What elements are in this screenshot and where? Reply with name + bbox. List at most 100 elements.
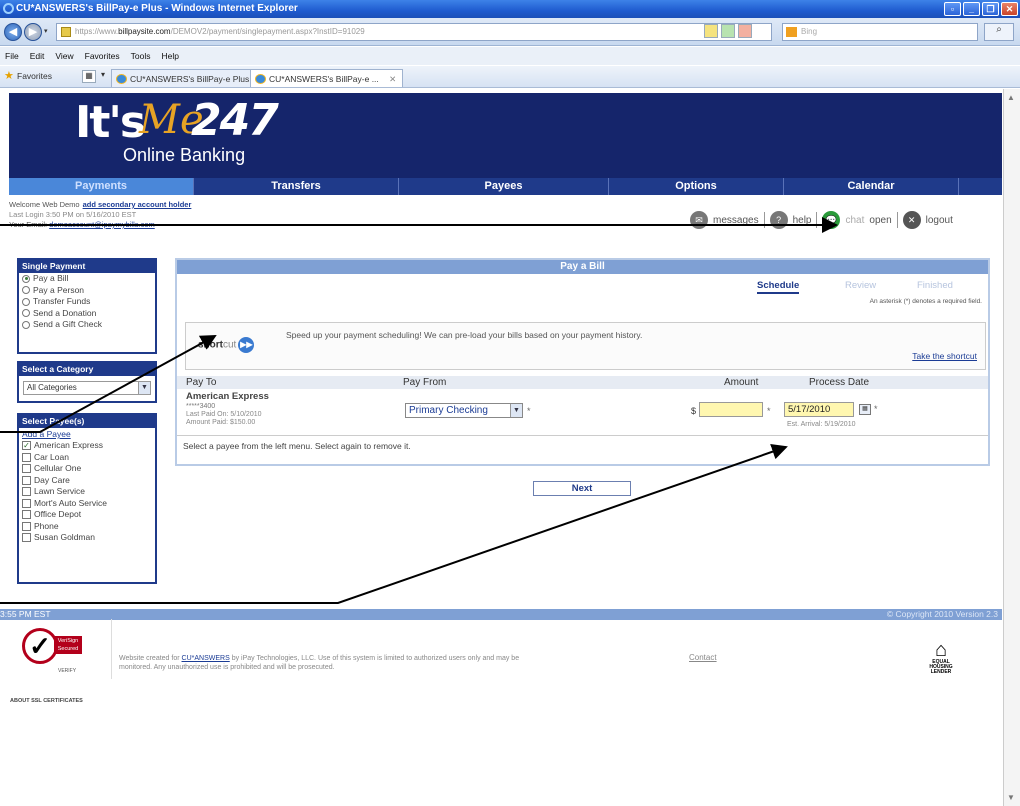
fast-forward-icon[interactable]: ▶▶ — [238, 337, 255, 353]
checkbox[interactable] — [22, 452, 31, 462]
option-transfer-funds[interactable]: Transfer Funds — [19, 296, 155, 308]
nav-payees[interactable]: Payees — [399, 178, 609, 195]
payee-item[interactable]: Day Care — [19, 475, 155, 487]
scroll-up-icon[interactable]: ▲ — [1007, 93, 1015, 102]
process-date-input[interactable]: 5/17/2010 — [784, 402, 854, 417]
close-window-icon[interactable]: ✕ — [1001, 2, 1018, 16]
chevron-down-icon[interactable]: ▼ — [510, 404, 522, 417]
restore-icon[interactable]: ❐ — [982, 2, 999, 16]
shortcut-logo[interactable]: shortcut ▶▶ — [198, 337, 255, 353]
scroll-down-icon[interactable]: ▼ — [1007, 793, 1015, 802]
menu-edit[interactable]: Edit — [30, 47, 45, 65]
add-secondary-link[interactable]: add secondary account holder — [83, 200, 192, 209]
footer-disclaimer: Website created for CU*ANSWERS by iPay T… — [119, 654, 539, 672]
quick-tabs-icon[interactable]: ▦ — [82, 70, 96, 83]
payee-item[interactable]: Lawn Service — [19, 486, 155, 498]
address-input[interactable]: https://www.billpaysite.com/DEMOV2/payme… — [56, 23, 772, 41]
help-link[interactable]: help — [793, 215, 812, 226]
ssl-certificates-link[interactable]: ABOUT SSL CERTIFICATES — [10, 698, 83, 704]
category-header: Select a Category — [19, 363, 155, 376]
checkbox-checked[interactable]: ✓ — [22, 441, 31, 451]
cuanswers-link[interactable]: CU*ANSWERS — [182, 655, 230, 662]
menu-file[interactable]: File — [5, 47, 19, 65]
radio[interactable] — [22, 286, 30, 295]
welcome-text: Welcome Web Demo — [9, 200, 80, 209]
payee-item[interactable]: Susan Goldman — [19, 532, 155, 544]
payee-item[interactable]: Phone — [19, 521, 155, 533]
shortcut-message: Speed up your payment scheduling! We can… — [286, 330, 643, 340]
tab-billpay-1[interactable]: CU*ANSWERS's BillPay-e Plus — [111, 69, 257, 87]
checkbox[interactable] — [22, 475, 31, 485]
minimize-icon[interactable]: _ — [963, 2, 980, 16]
required-note: An asterisk (*) denotes a required field… — [869, 298, 982, 305]
pay-from-select[interactable]: Primary Checking ▼ — [405, 403, 523, 418]
tab-close-icon[interactable]: ✕ — [389, 74, 396, 84]
amount-input[interactable] — [699, 402, 763, 417]
nav-calendar[interactable]: Calendar — [784, 178, 959, 195]
contact-link[interactable]: Contact — [689, 653, 717, 662]
process-date-value: 5/17/2010 — [788, 404, 831, 415]
take-shortcut-link[interactable]: Take the shortcut — [912, 351, 977, 361]
house-icon: ⌂ — [934, 639, 948, 661]
chat-icon[interactable]: 💬 — [822, 211, 841, 229]
payee-item[interactable]: Office Depot — [19, 509, 155, 521]
add-payee-link[interactable]: Add a Payee — [19, 428, 155, 440]
verisign-seal[interactable]: ✓ VeriSign Secured VERIFY — [22, 628, 82, 674]
nav-transfers[interactable]: Transfers — [194, 178, 399, 195]
checkbox[interactable] — [22, 521, 31, 531]
history-dropdown-icon[interactable]: ▾ — [44, 27, 48, 35]
checkbox[interactable] — [22, 464, 31, 474]
tab-list-dropdown-icon[interactable]: ▾ — [101, 70, 105, 79]
radio[interactable] — [22, 297, 30, 306]
payee-item[interactable]: Car Loan — [19, 452, 155, 464]
chat-link[interactable]: chat — [845, 215, 864, 226]
payee-item[interactable]: ✓ American Express — [19, 440, 155, 452]
nav-payments[interactable]: Payments — [9, 178, 194, 195]
lock-icon[interactable] — [704, 24, 718, 38]
forward-icon[interactable]: ▶ — [24, 23, 42, 41]
calendar-icon[interactable]: ▦ — [859, 404, 871, 415]
payee-label: Lawn Service — [34, 486, 86, 496]
option-pay-a-person[interactable]: Pay a Person — [19, 285, 155, 297]
radio[interactable] — [22, 309, 30, 318]
back-icon[interactable]: ◀ — [4, 23, 22, 41]
menu-favorites[interactable]: Favorites — [85, 47, 120, 65]
messages-icon[interactable]: ✉ — [690, 211, 708, 229]
menu-view[interactable]: View — [55, 47, 73, 65]
checkbox[interactable] — [22, 498, 31, 508]
option-send-donation[interactable]: Send a Donation — [19, 308, 155, 320]
search-input[interactable]: Bing — [782, 23, 978, 41]
help-window-icon[interactable]: ▫ — [944, 2, 961, 16]
payees-header: Select Payee(s) — [19, 415, 155, 428]
app-window: CU*ANSWERS's BillPay-e Plus - Windows In… — [0, 0, 1020, 806]
logout-link[interactable]: logout — [926, 215, 953, 226]
payee-item[interactable]: Mort's Auto Service — [19, 498, 155, 510]
menu-tools[interactable]: Tools — [131, 47, 151, 65]
window-controls: ▫ _ ❐ ✕ — [944, 2, 1018, 16]
menu-help[interactable]: Help — [161, 47, 178, 65]
search-icon[interactable]: ⌕ — [984, 23, 1014, 41]
checkbox[interactable] — [22, 510, 31, 520]
favorites-star-icon[interactable]: ★ — [4, 71, 15, 82]
logout-icon[interactable]: ✕ — [902, 211, 921, 229]
refresh-icon[interactable] — [721, 24, 735, 38]
equal-housing-logo: ⌂ EQUAL HOUSING LENDER — [924, 639, 958, 675]
radio[interactable] — [22, 320, 30, 329]
stop-icon[interactable] — [738, 24, 752, 38]
tab-billpay-2[interactable]: CU*ANSWERS's BillPay-e ... ✕ — [250, 69, 404, 87]
email-link[interactable]: demoaccount@ipaymybills.com — [49, 220, 155, 229]
chevron-down-icon[interactable]: ▼ — [138, 382, 150, 394]
messages-link[interactable]: messages — [713, 215, 759, 226]
option-pay-a-bill[interactable]: Pay a Bill — [19, 273, 155, 285]
help-icon[interactable]: ? — [769, 211, 788, 229]
checkbox[interactable] — [22, 487, 31, 497]
radio-selected[interactable] — [22, 274, 30, 283]
favorites-button[interactable]: Favorites — [17, 71, 52, 81]
payee-item[interactable]: Cellular One — [19, 463, 155, 475]
nav-options[interactable]: Options — [609, 178, 784, 195]
next-button[interactable]: Next — [533, 481, 631, 496]
category-select[interactable]: All Categories ▼ — [23, 381, 151, 395]
option-send-gift-check[interactable]: Send a Gift Check — [19, 319, 155, 331]
checkbox[interactable] — [22, 533, 31, 543]
vertical-scrollbar[interactable]: ▲ ▼ — [1003, 89, 1020, 806]
